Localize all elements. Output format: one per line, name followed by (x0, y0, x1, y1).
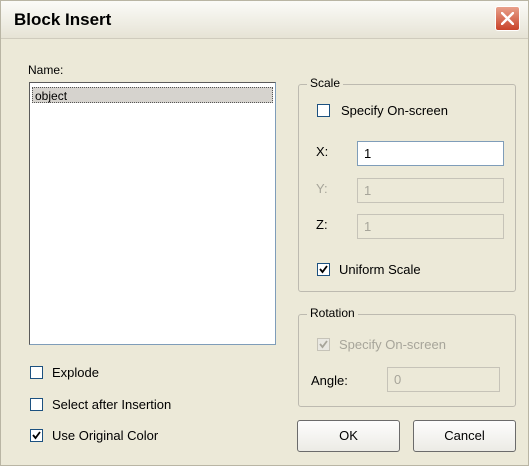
ok-button[interactable]: OK (297, 420, 400, 452)
checkmark-icon (319, 265, 328, 274)
uniform-scale-label: Uniform Scale (339, 262, 421, 277)
use-original-color-checkbox[interactable] (30, 429, 43, 442)
scale-specify-on-screen-checkbox[interactable] (317, 104, 330, 117)
block-insert-dialog: Block Insert Name: object Explode Select… (0, 0, 529, 466)
close-button[interactable] (495, 6, 520, 31)
y-scale-input[interactable] (357, 178, 504, 203)
uniform-scale-checkbox[interactable] (317, 263, 330, 276)
angle-input[interactable] (387, 367, 500, 392)
rotation-specify-on-screen-label: Specify On-screen (339, 337, 446, 352)
y-label: Y: (316, 181, 328, 196)
use-original-color-label: Use Original Color (52, 428, 159, 443)
name-listbox[interactable]: object (29, 82, 276, 345)
z-scale-input[interactable] (357, 214, 504, 239)
z-label: Z: (316, 217, 328, 232)
rotation-group-title: Rotation (307, 306, 358, 320)
list-item[interactable]: object (32, 87, 273, 103)
explode-checkbox[interactable] (30, 366, 43, 379)
name-label: Name: (28, 63, 64, 77)
checkmark-icon (32, 431, 41, 440)
scale-group-title: Scale (307, 76, 344, 90)
dialog-title: Block Insert (14, 10, 112, 29)
checkmark-icon (319, 340, 328, 349)
rotation-group (298, 314, 516, 407)
select-after-insertion-label: Select after Insertion (52, 397, 172, 412)
scale-specify-on-screen-label: Specify On-screen (341, 103, 448, 118)
rotation-specify-on-screen-checkbox[interactable] (317, 338, 330, 351)
select-after-insertion-checkbox[interactable] (30, 398, 43, 411)
x-scale-input[interactable] (357, 141, 504, 166)
explode-label: Explode (52, 365, 99, 380)
title-bar: Block Insert (1, 1, 528, 39)
close-icon (501, 12, 514, 25)
angle-label: Angle: (311, 373, 348, 388)
cancel-button[interactable]: Cancel (413, 420, 516, 452)
x-label: X: (316, 144, 329, 159)
